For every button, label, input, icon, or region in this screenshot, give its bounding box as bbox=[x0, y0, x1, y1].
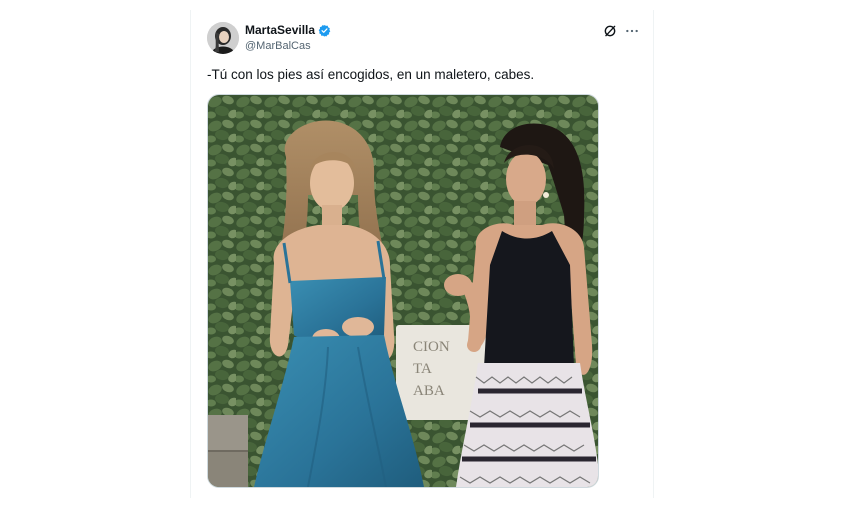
svg-text:TA: TA bbox=[413, 361, 432, 377]
verified-badge-icon bbox=[318, 24, 331, 37]
svg-text:ABA: ABA bbox=[413, 383, 445, 399]
avatar[interactable] bbox=[207, 22, 239, 54]
display-name[interactable]: MartaSevilla bbox=[245, 23, 315, 37]
svg-text:CION: CION bbox=[413, 339, 450, 355]
author-name-row[interactable]: MartaSevilla bbox=[245, 23, 331, 37]
more-icon[interactable] bbox=[625, 24, 639, 38]
photo-illustration: CION TA ABA bbox=[208, 95, 598, 487]
author-handle[interactable]: @MarBalCas bbox=[245, 40, 311, 52]
tweet-card[interactable]: MartaSevilla @MarBalCas -Tú con los pies… bbox=[190, 10, 654, 498]
tweet-photo[interactable]: CION TA ABA bbox=[207, 94, 599, 488]
grok-icon[interactable] bbox=[603, 24, 617, 38]
tweet-text: -Tú con los pies así encogidos, en un ma… bbox=[207, 67, 535, 82]
